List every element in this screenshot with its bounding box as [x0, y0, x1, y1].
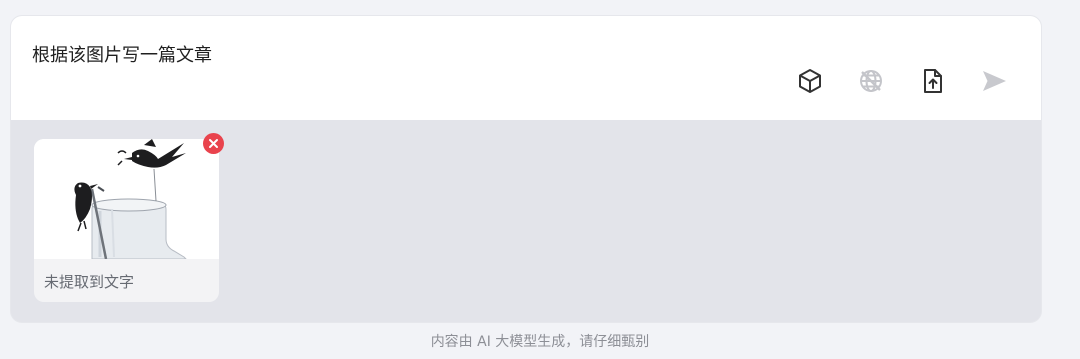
upload-file-button[interactable]: [915, 64, 949, 98]
image-thumbnail: [34, 139, 219, 259]
web-search-disabled-icon: [856, 66, 886, 96]
send-icon: [979, 66, 1009, 96]
cube-icon: [795, 66, 825, 96]
prompt-input-text[interactable]: 根据该图片写一篇文章: [32, 41, 212, 67]
remove-icon: [208, 138, 219, 149]
composer-toolbar: [781, 64, 1041, 98]
web-search-toggle[interactable]: [854, 64, 888, 98]
chat-composer: 根据该图片写一篇文章 未提取到文字: [10, 15, 1042, 323]
cube-button[interactable]: [793, 64, 827, 98]
send-button[interactable]: [977, 64, 1011, 98]
file-upload-icon: [917, 66, 947, 96]
attachment-list: 未提取到文字: [11, 120, 1041, 322]
image-attachment-card[interactable]: 未提取到文字: [34, 139, 219, 302]
ai-disclaimer: 内容由 AI 大模型生成，请仔细甄别: [430, 334, 650, 350]
remove-attachment-button[interactable]: [203, 133, 224, 154]
attachment-caption: 未提取到文字: [44, 273, 135, 291]
prompt-input-area[interactable]: 根据该图片写一篇文章: [11, 16, 1041, 120]
